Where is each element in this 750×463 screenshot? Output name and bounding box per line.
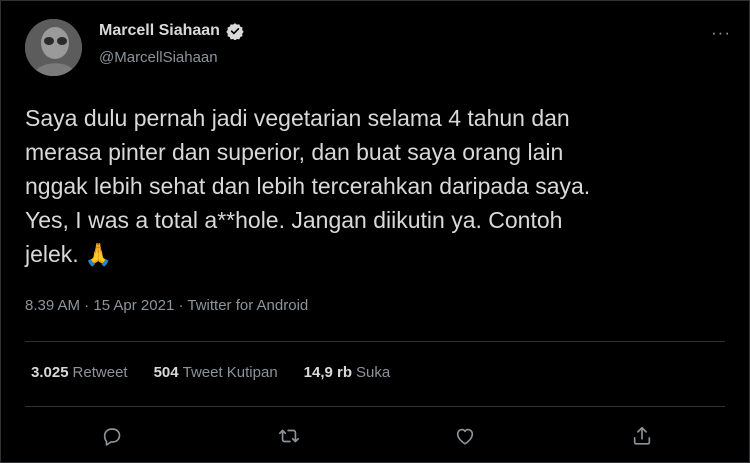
retweet-icon: [279, 429, 299, 443]
meta-separator: ·: [174, 297, 188, 314]
avatar-image: [25, 19, 82, 76]
share-icon: [633, 426, 651, 445]
quote-count[interactable]: 504 Tweet Kutipan: [154, 364, 278, 381]
author-name-row[interactable]: Marcell Siahaan: [99, 22, 244, 40]
reply-button[interactable]: [95, 419, 129, 453]
divider: [25, 341, 725, 342]
heart-icon: [456, 428, 474, 445]
tweet-metadata: 8.39 AM · 15 Apr 2021 · Twitter for Andr…: [25, 297, 308, 314]
engagement-stats: 3.025 Retweet 504 Tweet Kutipan 14,9 rb Suk…: [31, 364, 390, 381]
like-count-value: 14,9 rb: [303, 364, 353, 381]
like-count-label: Suka: [356, 364, 391, 381]
retweet-count-value: 3.025: [31, 364, 69, 381]
share-button[interactable]: [625, 419, 659, 453]
action-bar: [1, 419, 750, 453]
tweet-time[interactable]: 8.39 AM: [25, 297, 80, 314]
retweet-count-label: Retweet: [72, 364, 128, 381]
quote-count-label: Tweet Kutipan: [182, 364, 278, 381]
like-count[interactable]: 14,9 rb Suka: [304, 364, 391, 381]
tweet-card: Marcell Siahaan @MarcellSiahaan ··· Saya…: [0, 0, 750, 463]
quote-count-value: 504: [153, 364, 179, 381]
more-options-button[interactable]: ···: [711, 23, 731, 43]
author-handle[interactable]: @MarcellSiahaan: [99, 49, 218, 66]
retweet-button[interactable]: [272, 419, 306, 453]
verified-badge-icon: [226, 23, 244, 40]
tweet-date[interactable]: 15 Apr 2021: [93, 297, 174, 314]
folded-hands-emoji: 🙏: [84, 242, 113, 267]
tweet-text: Saya dulu pernah jadi vegetarian selama …: [25, 101, 725, 272]
avatar[interactable]: [25, 19, 82, 76]
like-button[interactable]: [448, 419, 482, 453]
author-name[interactable]: Marcell Siahaan: [99, 22, 220, 40]
divider: [25, 406, 725, 407]
tweet-source[interactable]: Twitter for Android: [187, 297, 308, 314]
retweet-count[interactable]: 3.025 Retweet: [31, 364, 128, 381]
reply-icon: [103, 428, 121, 446]
meta-separator: ·: [80, 297, 94, 314]
